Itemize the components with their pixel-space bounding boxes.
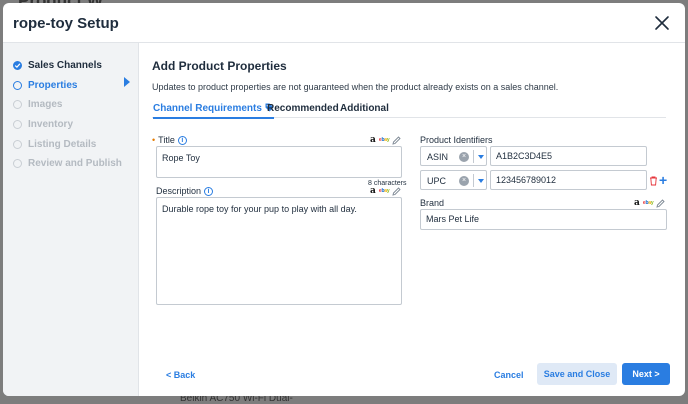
- step-inventory[interactable]: Inventory: [13, 116, 73, 132]
- save-and-close-button[interactable]: Save and Close: [537, 363, 617, 385]
- ebay-icon: ebay: [642, 200, 654, 206]
- pencil-icon[interactable]: [656, 198, 666, 208]
- cancel-button[interactable]: Cancel: [494, 370, 524, 380]
- step-circle-icon: [13, 119, 22, 129]
- step-circle-icon: [13, 139, 22, 149]
- description-textarea[interactable]: Durable rope toy for your pup to play wi…: [156, 197, 402, 305]
- tab-additional[interactable]: Additional: [340, 103, 389, 117]
- brand-input[interactable]: Mars Pet Life: [420, 209, 667, 230]
- step-properties[interactable]: Properties: [13, 77, 77, 93]
- description-label-text: Description: [156, 186, 202, 196]
- amazon-icon: a: [634, 198, 640, 208]
- step-label: Listing Details: [28, 138, 97, 150]
- identifier-type-select[interactable]: ASIN ×: [420, 146, 487, 166]
- main-content: Add Product Properties Updates to produc…: [152, 43, 685, 396]
- add-icon[interactable]: +: [659, 173, 667, 187]
- tab-label: Channel Requirements: [153, 103, 262, 114]
- step-circle-icon: [13, 80, 22, 90]
- modal-header: rope-toy Setup: [3, 3, 685, 43]
- info-icon[interactable]: i: [177, 135, 187, 145]
- step-circle-icon: [13, 99, 22, 109]
- modal-title: rope-toy Setup: [13, 15, 119, 32]
- step-label: Inventory: [28, 118, 74, 130]
- description-label: Description i: [156, 186, 214, 196]
- chevron-down-icon[interactable]: [478, 179, 484, 183]
- identifier-type-value: UPC: [427, 176, 447, 186]
- amazon-icon: a: [370, 135, 376, 145]
- select-divider: [473, 174, 474, 187]
- required-marker: •: [152, 135, 156, 145]
- title-channel-icons: a ebay: [370, 135, 402, 145]
- amazon-icon: a: [370, 186, 376, 196]
- check-icon: [13, 60, 22, 70]
- ebay-icon: ebay: [378, 137, 390, 143]
- title-label: • Title i: [152, 135, 187, 145]
- tab-channel-requirements[interactable]: Channel Requirements: [153, 103, 274, 119]
- step-listing-details[interactable]: Listing Details: [13, 136, 96, 152]
- title-label-text: Title: [158, 135, 175, 145]
- next-button[interactable]: Next >: [622, 363, 670, 385]
- pencil-icon[interactable]: [392, 186, 402, 196]
- step-review-and-publish[interactable]: Review and Publish: [13, 155, 122, 171]
- pencil-icon[interactable]: [392, 135, 402, 145]
- brand-label: Brand: [420, 198, 445, 208]
- step-label: Images: [28, 98, 63, 110]
- back-button[interactable]: < Back: [166, 370, 195, 380]
- trash-icon[interactable]: [649, 176, 658, 186]
- brand-channel-icons: a ebay: [634, 198, 666, 208]
- step-sales-channels[interactable]: Sales Channels: [13, 57, 102, 73]
- step-label: Properties: [28, 79, 78, 91]
- step-label: Review and Publish: [28, 157, 122, 169]
- identifier-type-value: ASIN: [427, 152, 449, 162]
- tab-recommended[interactable]: Recommended: [267, 103, 339, 117]
- steps-sidebar: Sales Channels Properties Images Invento…: [3, 43, 139, 396]
- identifier-value-input[interactable]: A1B2C3D4E5: [490, 146, 647, 166]
- close-icon[interactable]: [653, 14, 671, 32]
- step-label: Sales Channels: [28, 59, 102, 71]
- info-icon[interactable]: i: [204, 186, 214, 196]
- identifiers-label: Product Identifiers: [420, 135, 493, 145]
- step-images[interactable]: Images: [13, 96, 62, 112]
- title-input[interactable]: Rope Toy: [156, 146, 402, 178]
- chevron-down-icon[interactable]: [478, 155, 484, 159]
- select-divider: [473, 150, 474, 163]
- step-circle-icon: [13, 158, 22, 168]
- info-note: Updates to product properties are not gu…: [152, 82, 559, 92]
- setup-modal: rope-toy Setup Sales Channels Properties…: [3, 3, 685, 396]
- identifier-type-select[interactable]: UPC ×: [420, 170, 487, 190]
- page-title: Add Product Properties: [152, 59, 287, 73]
- description-channel-icons: a ebay: [370, 186, 402, 196]
- clear-icon[interactable]: ×: [459, 176, 469, 186]
- ebay-icon: ebay: [378, 188, 390, 194]
- clear-icon[interactable]: ×: [459, 152, 469, 162]
- active-step-arrow-icon: [124, 77, 130, 87]
- tab-bar: Channel Requirements Recommended Additio…: [152, 99, 666, 119]
- identifier-value-input[interactable]: 123456789012: [490, 170, 647, 190]
